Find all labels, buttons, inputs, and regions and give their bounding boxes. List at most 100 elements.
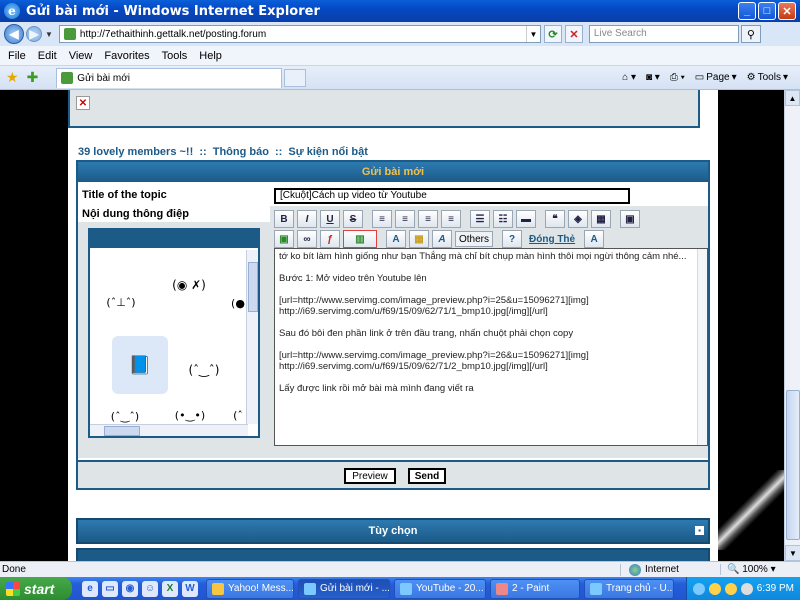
menu-edit[interactable]: Edit — [38, 50, 57, 62]
smiley-emoticon[interactable]: (ˆ‿ˆ) — [176, 350, 232, 390]
image-icon[interactable]: ▣ — [620, 210, 640, 228]
align-center-icon[interactable]: ≡ — [395, 210, 415, 228]
address-bar[interactable]: http://7ethaithinh.gettalk.net/posting.f… — [58, 25, 541, 43]
preview-button[interactable]: Preview — [344, 468, 396, 484]
smiley-emoticon[interactable]: (● — [228, 286, 246, 320]
smiley-emoticon[interactable]: (◉ ✗) — [162, 258, 216, 312]
editor-toolbar-row2: ▣ ∞ ƒ ▥ A ▦ A Others ? Đóng Thẻ A — [274, 230, 605, 248]
refresh-icon[interactable]: ⟳ — [543, 25, 562, 43]
smiley-emoticon[interactable]: (ˆ⊥ˆ) — [98, 284, 144, 320]
message-editor[interactable]: tớ ko bít làm hình giống như bạn Thắng m… — [274, 248, 708, 446]
tray-volume-icon[interactable] — [740, 582, 753, 595]
menu-help[interactable]: Help — [199, 50, 222, 62]
strike-button[interactable]: S — [343, 210, 363, 228]
bullet-list-icon[interactable]: ☰ — [470, 210, 490, 228]
print-icon[interactable]: ⎙ ▾ — [670, 72, 685, 83]
clock[interactable]: 6:39 PM — [757, 583, 794, 594]
security-zone[interactable]: Internet — [620, 563, 720, 576]
menu-file[interactable]: File — [8, 50, 26, 62]
address-url[interactable]: http://7ethaithinh.gettalk.net/posting.f… — [80, 29, 266, 40]
table-icon[interactable]: ▦ — [591, 210, 611, 228]
flash-icon[interactable]: ƒ — [320, 230, 340, 248]
close-tags-link[interactable]: Đóng Thẻ — [529, 234, 575, 245]
scroll-thumb[interactable] — [786, 390, 800, 540]
back-button[interactable]: ◀ — [4, 24, 24, 44]
smiley-emoticon[interactable]: (ˆ — [228, 400, 246, 424]
menu-tools[interactable]: Tools — [162, 50, 188, 62]
address-dropdown-icon[interactable]: ▼ — [525, 26, 540, 42]
font-size-icon[interactable]: A — [432, 230, 452, 248]
smiley-horizontal-scrollbar[interactable] — [90, 424, 248, 436]
ie-quicklaunch-icon[interactable]: e — [82, 580, 98, 597]
insert-image-icon[interactable]: ▣ — [274, 230, 294, 248]
forward-button[interactable]: ▶ — [26, 26, 42, 42]
align-right-icon[interactable]: ≡ — [418, 210, 438, 228]
add-favorites-icon[interactable]: ✚ — [27, 69, 39, 86]
desktop-quicklaunch-icon[interactable]: ▭ — [102, 580, 118, 597]
bold-button[interactable]: B — [274, 210, 294, 228]
task-ie-post[interactable]: Gửi bài mới - ... — [298, 578, 390, 599]
italic-button[interactable]: I — [297, 210, 317, 228]
messenger-quicklaunch-icon[interactable]: ☺ — [142, 580, 158, 597]
video-icon[interactable]: ▥ — [343, 230, 377, 248]
scroll-down-icon[interactable]: ▼ — [785, 545, 800, 561]
title-input[interactable]: [Ckuột]Cách up video từ Youtube — [274, 188, 630, 204]
breadcrumb-item-events[interactable]: Sự kiện nổi bật — [288, 146, 367, 158]
editor-scrollbar[interactable] — [697, 249, 707, 445]
expand-icon[interactable]: ▪ — [695, 526, 704, 535]
align-justify-icon[interactable]: ≡ — [441, 210, 461, 228]
favorites-star-icon[interactable]: ★ — [6, 69, 19, 86]
maximize-button[interactable]: □ — [758, 2, 776, 20]
scroll-up-icon[interactable]: ▲ — [785, 90, 800, 106]
tray-smiley-icon[interactable] — [724, 582, 737, 595]
underline-button[interactable]: U — [320, 210, 340, 228]
color-palette-icon[interactable]: ▦ — [409, 230, 429, 248]
task-yahoo-messenger[interactable]: Yahoo! Mess... — [206, 578, 294, 599]
status-bar: Done Internet 🔍 100% ▾ — [0, 561, 800, 577]
horizontal-rule-icon[interactable]: ▬ — [516, 210, 536, 228]
others-dropdown[interactable]: Others — [455, 231, 493, 247]
start-button[interactable]: start — [0, 577, 72, 600]
smiley-emoticon[interactable]: (ˆ‿ˆ) — [98, 402, 152, 424]
page-scrollbar[interactable]: ▲ ▼ — [784, 90, 800, 561]
options-section-header[interactable]: Tùy chọn ▪ — [76, 518, 710, 544]
send-button[interactable]: Send — [408, 468, 446, 484]
font-color-icon[interactable]: A — [386, 230, 406, 248]
close-button[interactable]: ✕ — [778, 2, 796, 20]
breadcrumb-item-announcements[interactable]: Thông báo — [213, 146, 269, 158]
tray-ie-icon[interactable] — [692, 582, 705, 595]
switch-mode-icon[interactable]: A — [584, 230, 605, 248]
search-icon[interactable]: ⚲ — [740, 25, 761, 43]
page-menu[interactable]: ▭ Page ▾ — [695, 72, 737, 83]
search-input[interactable]: Live Search — [588, 25, 739, 43]
code-icon[interactable]: ◈ — [568, 210, 588, 228]
menu-view[interactable]: View — [69, 50, 93, 62]
home-icon[interactable]: ⌂ ▾ — [622, 72, 636, 83]
history-dropdown-icon[interactable]: ▼ — [45, 30, 53, 39]
task-homepage[interactable]: Trang chủ - U... — [584, 578, 674, 599]
new-tab-button[interactable] — [284, 68, 307, 87]
tools-menu[interactable]: ⚙ Tools ▾ — [747, 72, 788, 83]
word-quicklaunch-icon[interactable]: W — [182, 580, 198, 597]
link-icon[interactable]: ∞ — [297, 230, 317, 248]
tab-active[interactable]: Gửi bài mới — [56, 67, 283, 88]
menu-favorites[interactable]: Favorites — [104, 50, 149, 62]
align-left-icon[interactable]: ≡ — [372, 210, 392, 228]
quote-icon[interactable]: ❝ — [545, 210, 565, 228]
smiley-vertical-scrollbar[interactable] — [246, 250, 258, 424]
zoom-control[interactable]: 🔍 100% ▾ — [720, 564, 790, 575]
smiley-reading-emoticon[interactable]: 📘 — [112, 336, 168, 394]
feeds-icon[interactable]: ◙ ▾ — [646, 72, 660, 83]
numbered-list-icon[interactable]: ☷ — [493, 210, 513, 228]
task-youtube[interactable]: YouTube - 20... — [394, 578, 486, 599]
media-quicklaunch-icon[interactable]: ◉ — [122, 580, 138, 597]
stop-icon[interactable]: ✕ — [564, 25, 583, 43]
minimize-button[interactable]: _ — [738, 2, 756, 20]
task-paint[interactable]: 2 - Paint — [490, 578, 580, 599]
tray-messenger-icon[interactable] — [708, 582, 721, 595]
breadcrumb-site[interactable]: 39 lovely members ~!! — [78, 146, 193, 158]
next-section-header[interactable] — [76, 548, 710, 561]
excel-quicklaunch-icon[interactable]: X — [162, 580, 178, 597]
help-icon[interactable]: ? — [502, 230, 522, 248]
smiley-emoticon[interactable]: (•‿•) — [162, 400, 218, 424]
